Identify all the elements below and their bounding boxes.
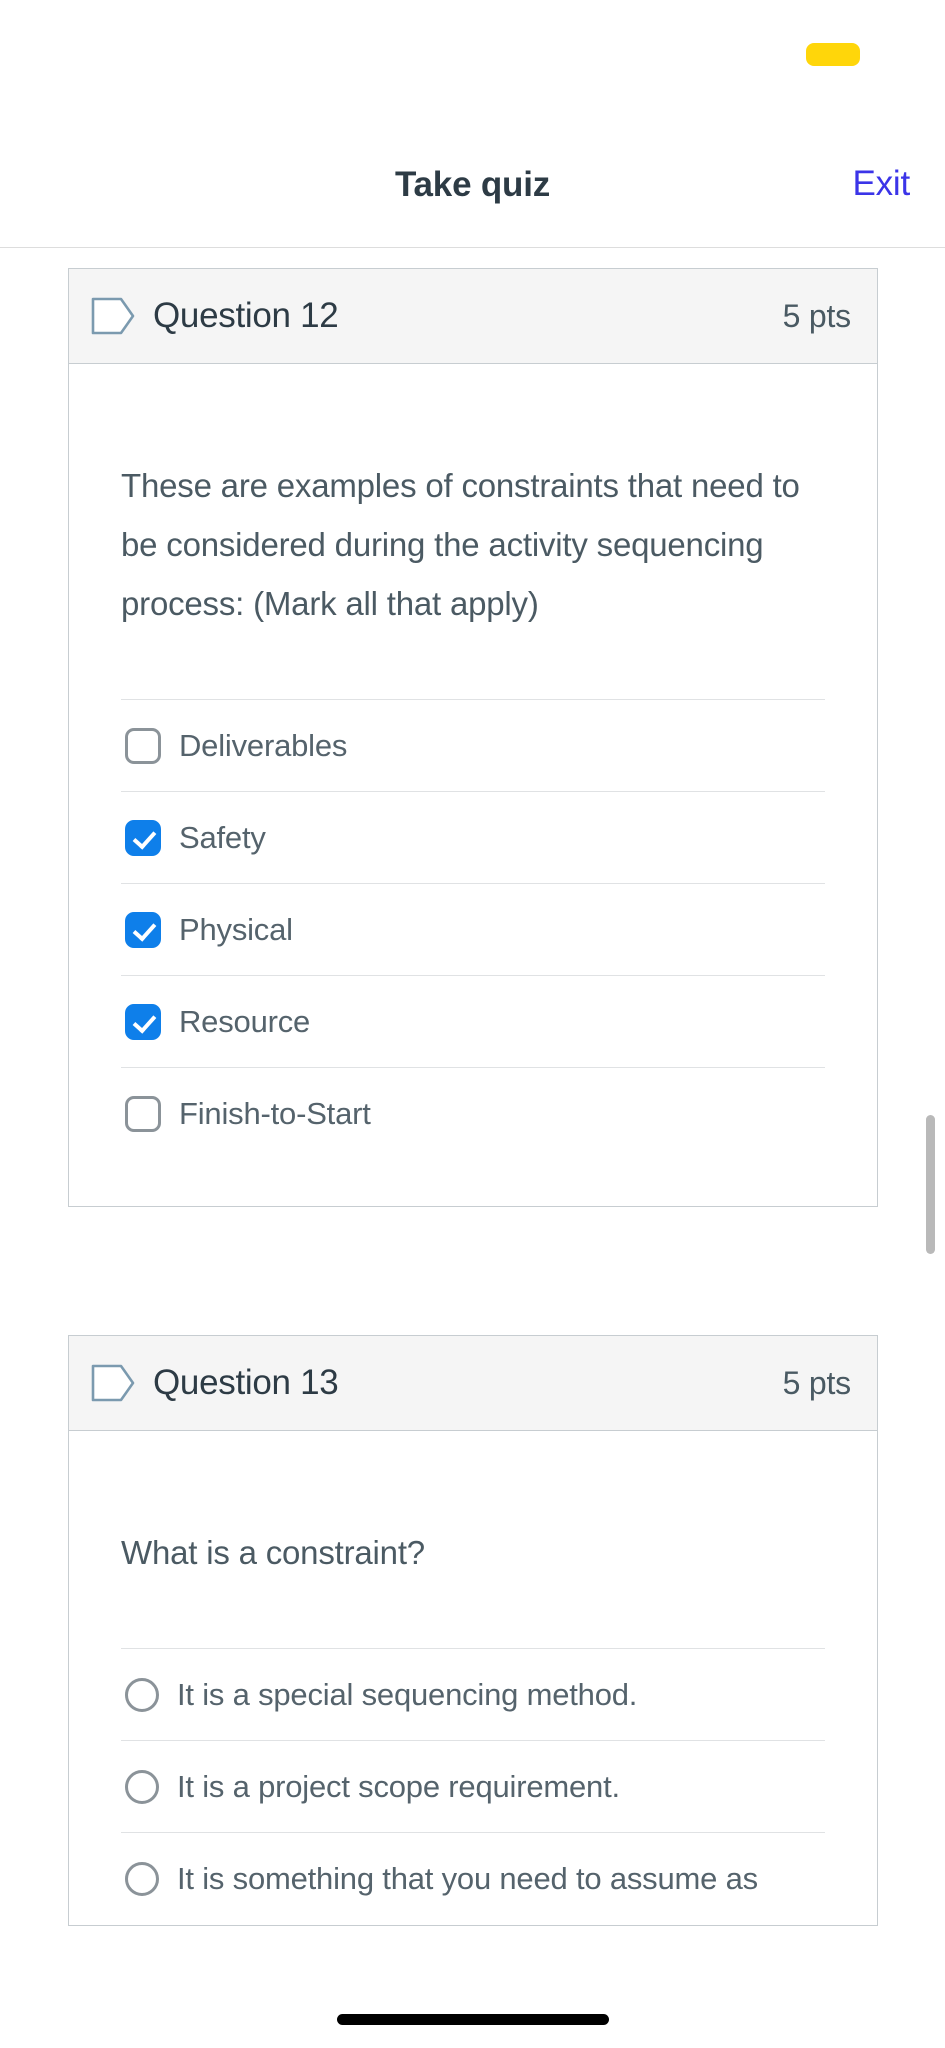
answer-label: It is a project scope requirement.	[177, 1768, 620, 1804]
flag-tag-icon	[91, 297, 135, 335]
answer-option[interactable]: Physical	[121, 884, 825, 976]
checkbox-icon[interactable]	[125, 911, 161, 948]
answer-list-12: Deliverables Safety Physical Resource Fi…	[121, 699, 825, 1160]
answer-option[interactable]: It is a project scope requirement.	[121, 1741, 825, 1833]
question-body-12: These are examples of constraints that n…	[69, 364, 877, 1206]
quiz-screen: Take quiz Exit Question 12 5 pts These a…	[0, 0, 945, 2048]
question-title-13: Question 13	[153, 1363, 339, 1402]
question-header-12: Question 12 5 pts	[69, 269, 877, 364]
radio-icon[interactable]	[125, 1677, 159, 1712]
answer-option[interactable]: It is a special sequencing method.	[121, 1649, 825, 1741]
question-header-13: Question 13 5 pts	[69, 1336, 877, 1431]
answer-label: Safety	[179, 819, 266, 855]
recording-indicator-pill	[806, 43, 860, 66]
question-card-13: Question 13 5 pts What is a constraint? …	[68, 1335, 878, 1926]
home-indicator[interactable]	[336, 2014, 609, 2025]
answer-label: It is something that you need to assume …	[177, 1861, 758, 1896]
card-bottom-spacer	[69, 1160, 877, 1206]
radio-icon[interactable]	[125, 1862, 159, 1896]
checkbox-icon[interactable]	[125, 819, 161, 856]
answer-label: It is a special sequencing method.	[177, 1676, 638, 1712]
question-points-13: 5 pts	[782, 1364, 852, 1401]
checkbox-icon[interactable]	[125, 727, 161, 764]
checkbox-icon[interactable]	[125, 1003, 161, 1040]
page-title: Take quiz	[394, 165, 551, 204]
question-points-12: 5 pts	[782, 297, 852, 334]
radio-icon[interactable]	[125, 1769, 159, 1804]
question-card-12: Question 12 5 pts These are examples of …	[68, 268, 878, 1207]
answer-option[interactable]: Deliverables	[121, 700, 825, 792]
exit-button[interactable]: Exit	[852, 164, 910, 204]
answer-option[interactable]: Finish-to-Start	[121, 1068, 825, 1160]
scrollbar-thumb[interactable]	[926, 1115, 935, 1254]
answer-label: Physical	[179, 911, 293, 947]
flag-tag-icon	[91, 1364, 135, 1402]
answer-label: Deliverables	[179, 727, 348, 763]
scrollbar-track[interactable]	[923, 249, 935, 1959]
answer-option[interactable]: It is something that you need to assume …	[121, 1833, 825, 1925]
question-title-12: Question 12	[153, 296, 339, 335]
question-body-13: What is a constraint? It is a special se…	[69, 1431, 877, 1925]
questions-scroll-area[interactable]: Question 12 5 pts These are examples of …	[0, 249, 945, 1959]
answer-list-13: It is a special sequencing method. It is…	[121, 1648, 825, 1925]
answer-label: Finish-to-Start	[179, 1096, 371, 1131]
answer-option[interactable]: Safety	[121, 792, 825, 884]
question-prompt-12: These are examples of constraints that n…	[121, 467, 800, 622]
navigation-bar: Take quiz Exit	[0, 110, 945, 248]
answer-label: Resource	[179, 1003, 311, 1039]
status-bar	[0, 0, 945, 110]
checkbox-icon[interactable]	[125, 1096, 161, 1132]
answer-option[interactable]: Resource	[121, 976, 825, 1068]
question-prompt-13: What is a constraint?	[121, 1534, 425, 1571]
